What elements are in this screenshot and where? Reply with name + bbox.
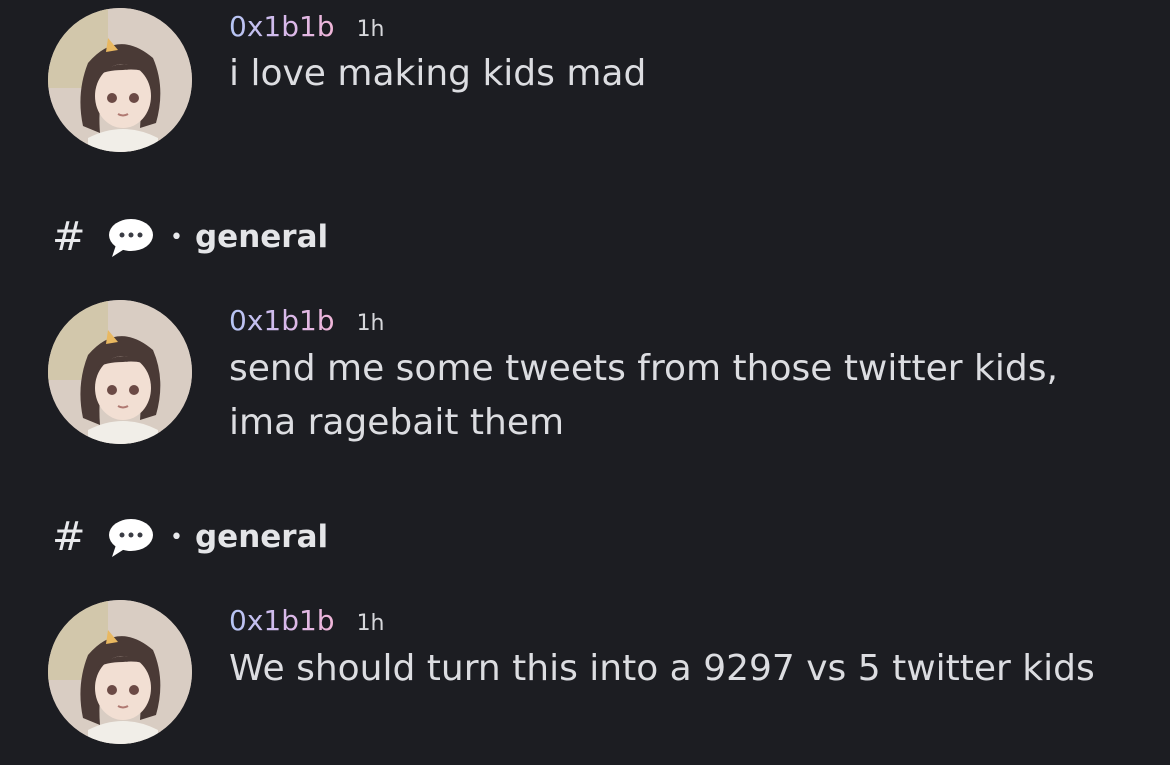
avatar[interactable] [48,600,192,744]
channel-name[interactable]: general [195,219,328,255]
separator-dot: • [170,524,183,550]
hash-icon: # [52,514,86,560]
message-timestamp: 1h [356,17,385,42]
hash-icon: # [52,214,86,260]
message-timestamp: 1h [356,311,385,336]
username[interactable]: 0x1b1b [229,304,335,337]
avatar-illustration [48,600,192,744]
username[interactable]: 0x1b1b [229,604,335,637]
avatar[interactable] [48,300,192,444]
avatar-illustration [48,300,192,444]
avatar-illustration [48,8,192,152]
speech-bubble-icon [106,515,156,559]
username[interactable]: 0x1b1b [229,10,335,43]
channel-context-row[interactable]: # • general [52,512,328,562]
speech-bubble-icon [106,215,156,259]
avatar[interactable] [48,8,192,152]
channel-context-row[interactable]: # • general [52,212,328,262]
message-text: send me some tweets from those twitter k… [229,348,1058,443]
message-text: We should turn this into a 9297 vs 5 twi… [229,648,1095,689]
channel-name[interactable]: general [195,519,328,555]
message-text: i love making kids mad [229,53,647,94]
separator-dot: • [170,224,183,250]
message-timestamp: 1h [356,611,385,636]
